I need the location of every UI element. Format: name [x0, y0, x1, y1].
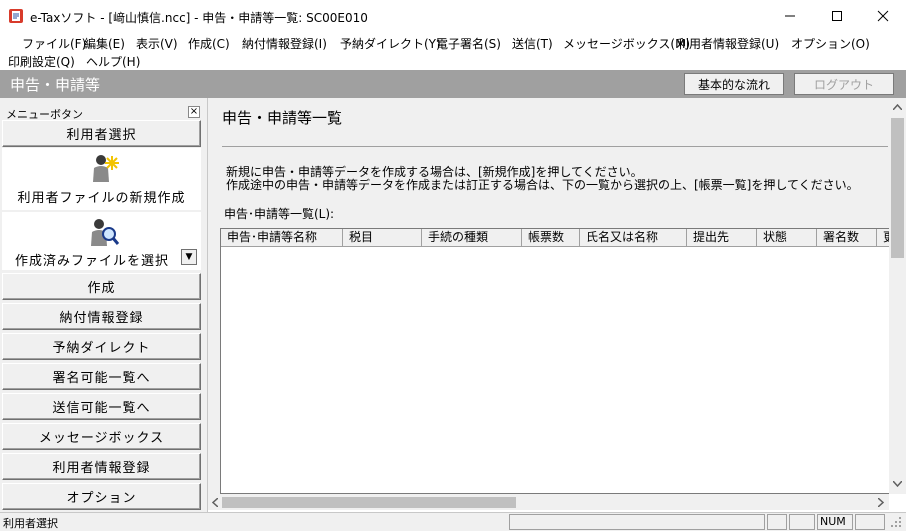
open-file-search-icon: [91, 219, 120, 246]
scroll-left-icon[interactable]: [212, 498, 218, 507]
sendable-list-button[interactable]: 送信可能一覧へ: [2, 393, 201, 420]
description-line-2: 作成途中の申告・申請等データを作成または訂正する場合は、下の一覧から選択の上、[…: [226, 178, 859, 192]
payment-info-button[interactable]: 納付情報登録: [2, 303, 201, 330]
column-header-tax-item[interactable]: 税目: [343, 229, 422, 247]
status-panel-caps: [767, 514, 787, 530]
app-icon: [9, 9, 23, 23]
menu-create[interactable]: 作成(C): [188, 35, 230, 52]
scroll-right-icon[interactable]: [878, 498, 884, 507]
window-title: e-Taxソフト - [﨑山慎信.ncc] - 申告・申請等一覧: SC00E0…: [30, 11, 368, 25]
menu-signature[interactable]: 電子署名(S): [436, 35, 501, 52]
status-panel-scroll: [855, 514, 885, 530]
column-header-name[interactable]: 申告･申請等名称: [221, 229, 343, 247]
menu-panel-close-icon[interactable]: ×: [188, 106, 200, 118]
menu-send[interactable]: 送信(T): [512, 35, 553, 52]
new-user-file-block[interactable]: 利用者ファイルの新規作成: [2, 148, 201, 210]
logout-button[interactable]: ログアウト: [794, 73, 894, 95]
open-existing-file-block[interactable]: 作成済みファイルを選択 ▼: [2, 212, 201, 270]
new-user-file-label: 利用者ファイルの新規作成: [17, 191, 186, 206]
message-box-button[interactable]: メッセージボックス: [2, 423, 201, 450]
list-label: 申告･申請等一覧(L):: [224, 207, 335, 221]
user-info-button[interactable]: 利用者情報登録: [2, 453, 201, 480]
scroll-down-icon[interactable]: [893, 481, 902, 487]
horizontal-scroll-thumb[interactable]: [222, 497, 516, 508]
basic-flow-button[interactable]: 基本的な流れ: [684, 73, 784, 95]
minimize-icon: [785, 15, 795, 17]
scroll-up-icon[interactable]: [893, 104, 902, 110]
column-header-submit-to[interactable]: 提出先: [687, 229, 757, 247]
close-icon: [877, 10, 889, 22]
minimize-button[interactable]: [767, 0, 813, 32]
menu-yono-direct[interactable]: 予納ダイレクト(Y): [340, 35, 441, 52]
maximize-icon: [832, 11, 842, 21]
menu-bar: ファイル(F) 編集(E) 表示(V) 作成(C) 納付情報登録(I) 予納ダイ…: [0, 32, 906, 70]
menu-user-info[interactable]: 利用者情報登録(U): [677, 35, 779, 52]
column-header-status[interactable]: 状態: [757, 229, 817, 247]
menu-file[interactable]: ファイル(F): [22, 35, 86, 52]
status-num-indicator: NUM: [817, 514, 853, 530]
menu-print-settings[interactable]: 印刷設定(Q): [8, 53, 75, 70]
column-header-procedure-type[interactable]: 手続の種類: [422, 229, 522, 247]
table-header: 申告･申請等名称 税目 手続の種類 帳票数 氏名又は名称 提出先 状態 署名数 …: [221, 229, 889, 247]
page-title: 申告・申請等: [10, 76, 101, 94]
new-user-file-icon: [93, 155, 119, 182]
resize-grip-icon[interactable]: [890, 516, 902, 528]
title-bar: e-Taxソフト - [﨑山慎信.ncc] - 申告・申請等一覧: SC00E0…: [0, 0, 906, 32]
title-divider: [222, 146, 888, 147]
declaration-list-table[interactable]: 申告･申請等名称 税目 手続の種類 帳票数 氏名又は名称 提出先 状態 署名数 …: [220, 228, 890, 494]
open-existing-file-label: 作成済みファイルを選択: [14, 254, 169, 269]
menu-help[interactable]: ヘルプ(H): [86, 53, 140, 70]
options-button[interactable]: オプション: [2, 483, 201, 510]
create-button[interactable]: 作成: [2, 273, 201, 300]
open-file-dropdown-icon[interactable]: ▼: [181, 249, 197, 265]
menu-payment[interactable]: 納付情報登録(I): [242, 35, 327, 52]
yono-direct-button[interactable]: 予納ダイレクト: [2, 333, 201, 360]
signable-list-button[interactable]: 署名可能一覧へ: [2, 363, 201, 390]
user-select-button[interactable]: 利用者選択: [2, 120, 201, 147]
menu-options[interactable]: オプション(O): [791, 35, 870, 52]
menu-edit[interactable]: 編集(E): [84, 35, 125, 52]
status-text: 利用者選択: [3, 517, 58, 530]
vertical-scroll-thumb[interactable]: [891, 118, 904, 258]
status-panel-main: [509, 514, 765, 530]
list-page-title: 申告・申請等一覧: [222, 109, 343, 127]
menu-view[interactable]: 表示(V): [136, 35, 178, 52]
maximize-button[interactable]: [814, 0, 860, 32]
header-band: 申告・申請等 基本的な流れ ログアウト: [0, 70, 906, 98]
column-header-form-count[interactable]: 帳票数: [522, 229, 580, 247]
column-header-signature-count[interactable]: 署名数: [817, 229, 877, 247]
close-button[interactable]: [860, 0, 906, 32]
menu-message-box[interactable]: メッセージボックス(M): [563, 35, 690, 52]
status-panel-blank: [789, 514, 815, 530]
column-header-name-or-title[interactable]: 氏名又は名称: [580, 229, 687, 247]
